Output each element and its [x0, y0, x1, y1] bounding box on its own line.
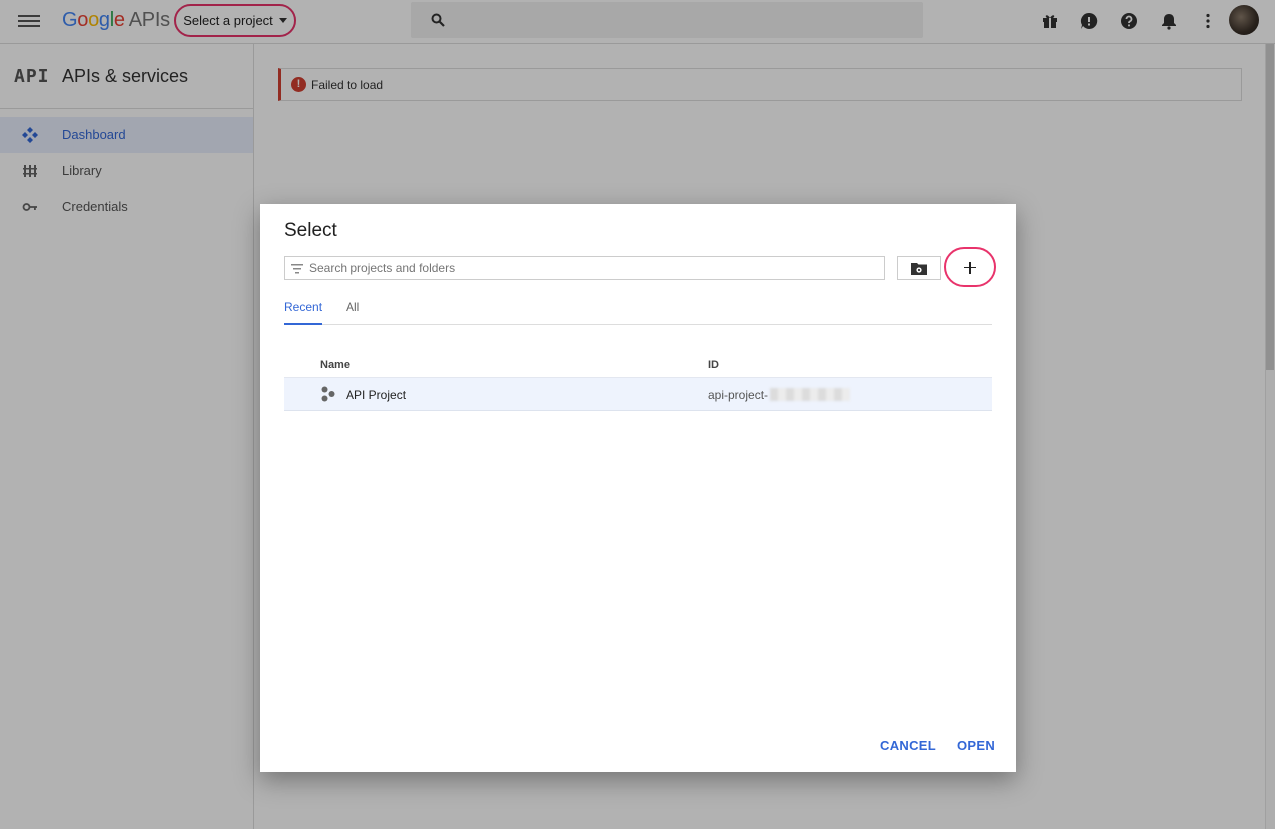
- dialog-tabs: Recent All: [284, 300, 992, 325]
- filter-icon: [291, 264, 303, 274]
- plus-icon: [969, 261, 971, 274]
- tab-recent[interactable]: Recent: [284, 300, 322, 325]
- dialog-title: Select: [284, 220, 337, 241]
- column-header-id[interactable]: ID: [708, 359, 719, 371]
- project-id: api-project-: [708, 388, 769, 402]
- cancel-button[interactable]: CANCEL: [880, 738, 936, 753]
- project-search-field[interactable]: [284, 256, 885, 280]
- open-button[interactable]: OPEN: [957, 738, 995, 753]
- project-icon: [321, 386, 335, 402]
- redacted-id: [770, 388, 850, 401]
- manage-folders-button[interactable]: [897, 256, 941, 280]
- project-name: API Project: [346, 388, 407, 402]
- select-project-dialog: Select Recent All Name ID API Project ap…: [260, 204, 1016, 772]
- project-search-input[interactable]: [309, 260, 869, 276]
- table-row[interactable]: API Project api-project-: [284, 377, 992, 411]
- new-project-button[interactable]: [944, 247, 996, 287]
- tab-all[interactable]: All: [346, 300, 359, 325]
- folder-settings-icon: [911, 263, 927, 275]
- column-header-name[interactable]: Name: [320, 359, 350, 371]
